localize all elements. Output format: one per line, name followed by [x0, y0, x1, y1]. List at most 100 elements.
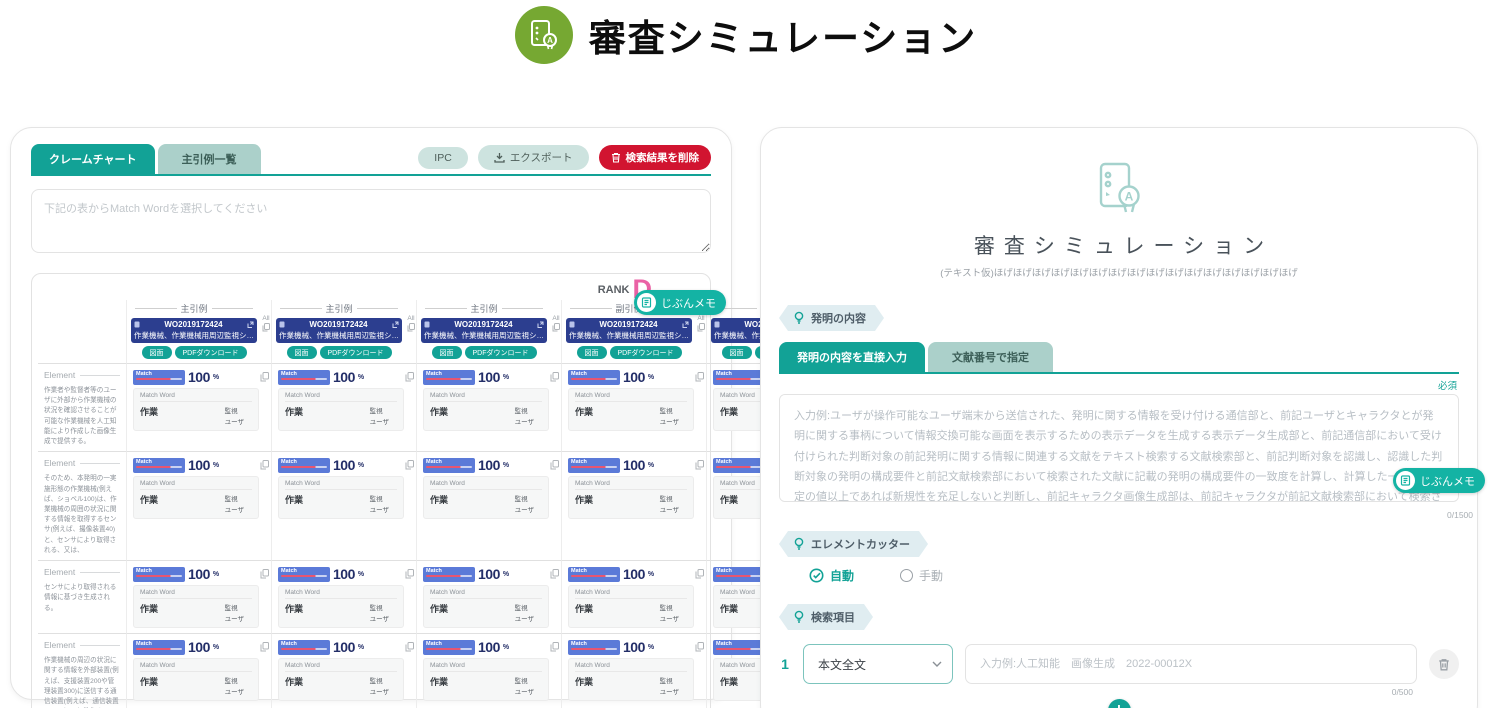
- match-word-sub[interactable]: ユーザ: [515, 686, 534, 696]
- match-word-main[interactable]: 作業: [720, 405, 738, 426]
- match-word-main[interactable]: 作業: [430, 675, 448, 696]
- match-word-main[interactable]: 作業: [140, 675, 158, 696]
- match-word-sub[interactable]: 監視: [370, 675, 389, 685]
- match-cell[interactable]: Match 100 % Match Word 作業 監視: [271, 560, 416, 634]
- match-word-main[interactable]: 作業: [285, 602, 303, 623]
- tab-claim-chart[interactable]: クレームチャート: [31, 144, 155, 174]
- match-cell[interactable]: Match 100 % Match Word 作業 監視: [561, 451, 706, 561]
- match-word-sub[interactable]: 監視: [515, 675, 534, 685]
- match-word-main[interactable]: 作業: [285, 675, 303, 696]
- copy-icon[interactable]: [405, 642, 414, 652]
- copy-icon[interactable]: [695, 642, 704, 652]
- match-word-sub[interactable]: ユーザ: [660, 416, 679, 426]
- add-search-row-button[interactable]: +: [1107, 699, 1131, 708]
- copy-icon[interactable]: [262, 323, 270, 332]
- pdf-download-button[interactable]: PDFダウンロード: [609, 346, 682, 359]
- copy-icon[interactable]: [695, 372, 704, 382]
- match-word-sub[interactable]: 監視: [660, 602, 679, 612]
- jibun-memo-button[interactable]: じぶんメモ: [634, 290, 726, 315]
- match-word-sub[interactable]: ユーザ: [370, 613, 389, 623]
- match-word-sub[interactable]: ユーザ: [660, 613, 679, 623]
- match-cell[interactable]: Match 100 % Match Word 作業 監視: [126, 363, 271, 452]
- pdf-download-button[interactable]: PDFダウンロード: [464, 346, 537, 359]
- external-link-icon[interactable]: [537, 321, 544, 328]
- tab-direct-input[interactable]: 発明の内容を直接入力: [779, 342, 925, 372]
- tab-main-citations[interactable]: 主引例一覧: [157, 144, 261, 174]
- delete-results-button[interactable]: 検索結果を削除: [598, 145, 711, 170]
- match-word-sub[interactable]: ユーザ: [370, 416, 389, 426]
- match-word-sub[interactable]: 監視: [515, 405, 534, 415]
- external-link-icon[interactable]: [247, 321, 254, 328]
- match-cell[interactable]: Match 100 % Match Word 作業 監視: [126, 451, 271, 561]
- match-word-sub[interactable]: ユーザ: [515, 504, 534, 514]
- copy-icon[interactable]: [695, 569, 704, 579]
- copy-icon[interactable]: [550, 569, 559, 579]
- delete-row-button[interactable]: [1429, 649, 1459, 679]
- match-cell[interactable]: Match 100 % Match Word 作業 監視: [416, 451, 561, 561]
- match-word-sub[interactable]: 監視: [225, 493, 244, 503]
- match-word-main[interactable]: 作業: [575, 405, 593, 426]
- copy-icon[interactable]: [260, 642, 269, 652]
- match-cell[interactable]: Match 100 % Match Word 作業 監視: [126, 560, 271, 634]
- copy-icon[interactable]: [695, 460, 704, 470]
- match-cell[interactable]: Match 100 % Match Word 作業 監視: [271, 451, 416, 561]
- drawing-button[interactable]: 図面: [286, 346, 317, 359]
- match-word-sub[interactable]: ユーザ: [225, 416, 244, 426]
- copy-icon[interactable]: [550, 642, 559, 652]
- drawing-button[interactable]: 図面: [431, 346, 462, 359]
- match-cell[interactable]: Match 100 % Match Word 作業 監視: [271, 633, 416, 708]
- match-word-main[interactable]: 作業: [140, 602, 158, 623]
- patent-card[interactable]: WO2019172424 作業機械、作業機械用周辺監視シ…: [131, 318, 257, 343]
- copy-icon[interactable]: [405, 372, 414, 382]
- tab-document-number[interactable]: 文献番号で指定: [928, 342, 1053, 372]
- match-word-main[interactable]: 作業: [140, 493, 158, 514]
- copy-icon[interactable]: [552, 323, 560, 332]
- match-word-main[interactable]: 作業: [720, 493, 738, 514]
- match-word-sub[interactable]: 監視: [660, 493, 679, 503]
- match-word-main[interactable]: 作業: [430, 602, 448, 623]
- patent-card[interactable]: WO2019172424 作業機械、作業機械用周辺監視シ…: [276, 318, 402, 343]
- match-word-main[interactable]: 作業: [430, 405, 448, 426]
- ipc-button[interactable]: IPC: [418, 146, 468, 169]
- jibun-memo-button[interactable]: じぶんメモ: [1393, 468, 1485, 493]
- copy-icon[interactable]: [550, 460, 559, 470]
- search-field-select[interactable]: 本文全文: [803, 644, 953, 684]
- radio-auto[interactable]: 自動: [809, 567, 854, 584]
- copy-icon[interactable]: [407, 323, 415, 332]
- copy-icon[interactable]: [260, 460, 269, 470]
- match-cell[interactable]: Match 100 % Match Word 作業 監視: [416, 363, 561, 452]
- match-word-sub[interactable]: 監視: [370, 405, 389, 415]
- pdf-download-button[interactable]: PDFダウンロード: [319, 346, 392, 359]
- match-word-sub[interactable]: 監視: [515, 493, 534, 503]
- copy-icon[interactable]: [260, 372, 269, 382]
- match-word-sub[interactable]: ユーザ: [370, 686, 389, 696]
- invention-textarea[interactable]: [779, 394, 1459, 502]
- match-cell[interactable]: Match 100 % Match Word 作業 監視: [561, 363, 706, 452]
- match-word-main[interactable]: 作業: [285, 493, 303, 514]
- match-word-main[interactable]: 作業: [575, 675, 593, 696]
- match-word-sub[interactable]: ユーザ: [660, 504, 679, 514]
- match-word-sub[interactable]: 監視: [660, 675, 679, 685]
- match-word-sub[interactable]: ユーザ: [225, 504, 244, 514]
- match-word-sub[interactable]: ユーザ: [515, 416, 534, 426]
- external-link-icon[interactable]: [682, 321, 689, 328]
- drawing-button[interactable]: 図面: [141, 346, 172, 359]
- external-link-icon[interactable]: [392, 321, 399, 328]
- match-word-main[interactable]: 作業: [575, 493, 593, 514]
- match-word-sub[interactable]: 監視: [515, 602, 534, 612]
- match-word-sub[interactable]: 監視: [370, 493, 389, 503]
- drawing-button[interactable]: 図面: [576, 346, 607, 359]
- match-cell[interactable]: Match 100 % Match Word 作業 監視: [416, 633, 561, 708]
- search-term-input[interactable]: [965, 644, 1417, 684]
- export-button[interactable]: エクスポート: [477, 145, 589, 170]
- match-cell[interactable]: Match 100 % Match Word 作業 監視: [561, 633, 706, 708]
- match-word-main[interactable]: 作業: [720, 602, 738, 623]
- match-cell[interactable]: Match 100 % Match Word 作業 監視: [561, 560, 706, 634]
- patent-card[interactable]: WO2019172424 作業機械、作業機械用周辺監視シ…: [421, 318, 547, 343]
- radio-manual[interactable]: 手動: [900, 567, 943, 584]
- match-word-sub[interactable]: 監視: [225, 675, 244, 685]
- match-word-sub[interactable]: ユーザ: [660, 686, 679, 696]
- match-cell[interactable]: Match 100 % Match Word 作業 監視: [416, 560, 561, 634]
- match-cell[interactable]: Match 100 % Match Word 作業 監視: [271, 363, 416, 452]
- copy-icon[interactable]: [550, 372, 559, 382]
